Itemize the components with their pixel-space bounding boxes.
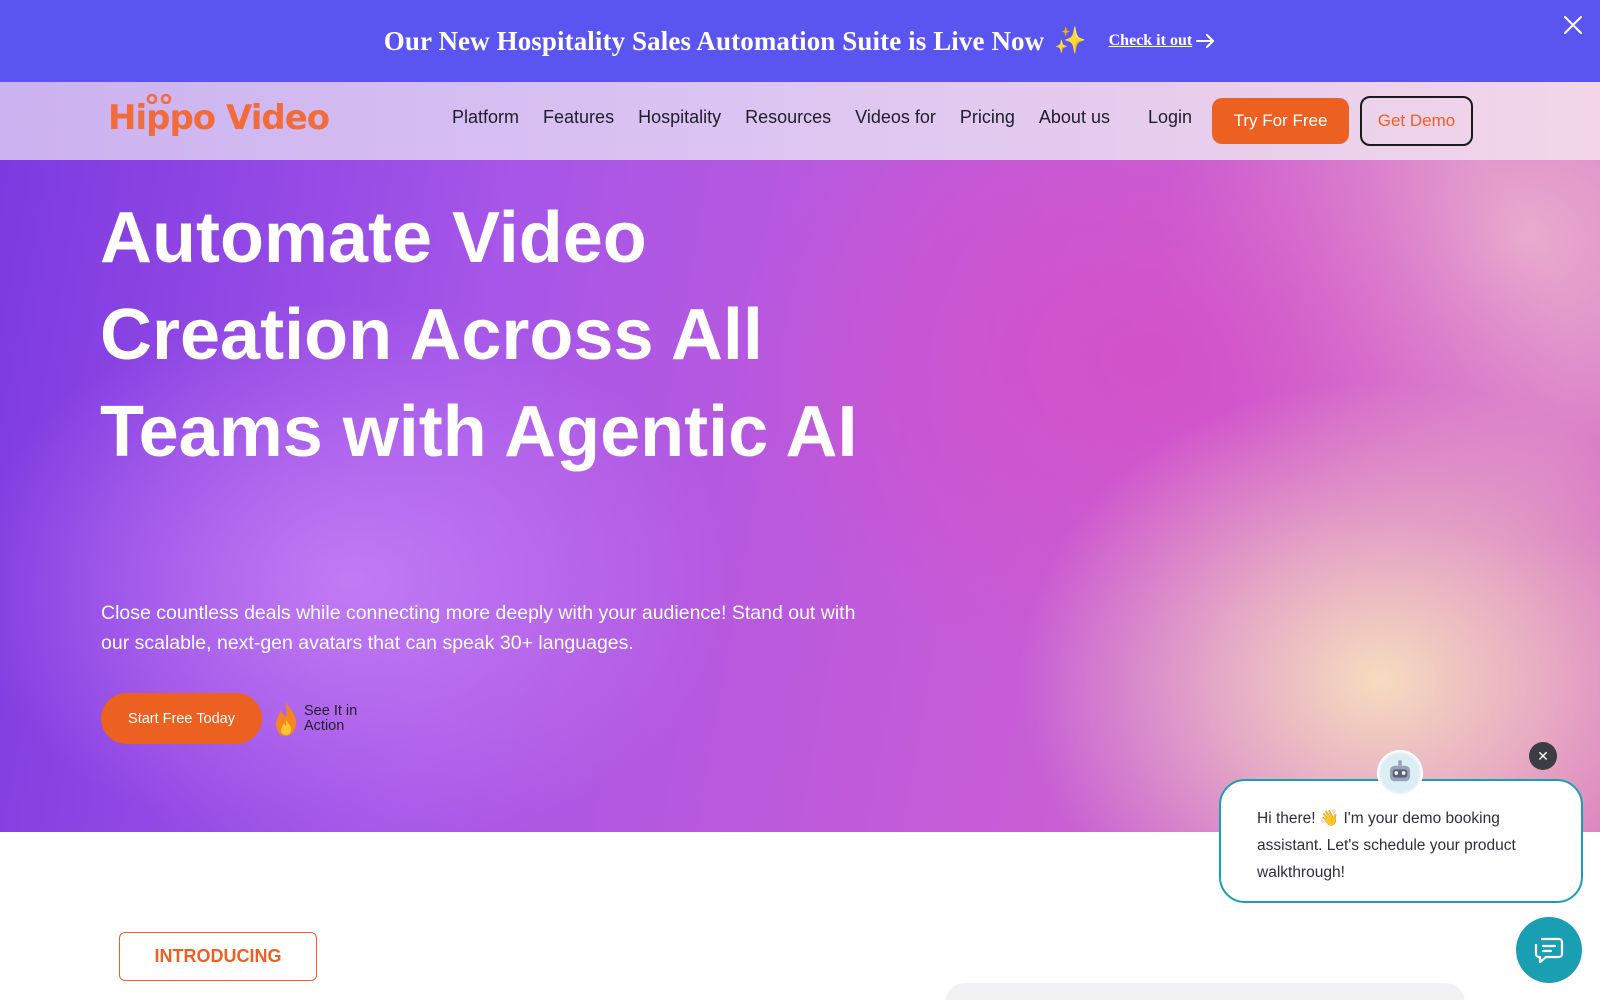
close-icon[interactable] [1562,14,1584,36]
hero-title: Automate Video Creation Across All Teams… [100,198,858,472]
nav-item-about-us[interactable]: About us [1039,107,1110,128]
get-demo-button[interactable]: Get Demo [1360,96,1473,146]
check-it-out-link[interactable]: Check it out [1109,32,1217,50]
announcement-bar: Our New Hospitality Sales Automation Sui… [0,0,1600,82]
lower-card [945,983,1465,1000]
chat-message-bubble[interactable]: Hi there! 👋 I'm your demo booking assist… [1219,779,1583,903]
nav-menu: Platform Features Hospitality Resources … [452,107,1134,128]
arrow-right-icon [1196,34,1215,48]
nav-item-pricing[interactable]: Pricing [960,107,1015,128]
announcement-text: Our New Hospitality Sales Automation Sui… [383,25,1045,56]
chat-close-button[interactable]: ✕ [1529,742,1557,770]
logo-text: Hippo Video [108,98,330,138]
login-link[interactable]: Login [1148,107,1192,128]
sparkle-icon: ✨ [1054,26,1087,56]
hero-subtitle: Close countless deals while connecting m… [101,602,856,654]
see-it-in-action-label: See It in Action [304,703,358,734]
nav-item-platform[interactable]: Platform [452,107,519,128]
introducing-badge: INTRODUCING [119,932,317,981]
try-for-free-button[interactable]: Try For Free [1212,98,1349,144]
logo[interactable]: Hippo Video [108,90,330,146]
hippo-ears-icon [146,93,172,104]
nav-item-videos-for[interactable]: Videos for [855,107,936,128]
nav-item-resources[interactable]: Resources [745,107,831,128]
fire-icon [276,702,296,736]
chat-launcher-button[interactable] [1516,917,1582,983]
see-it-in-action-link[interactable]: See It in Action [272,700,368,738]
check-it-out-label: Check it out [1108,32,1193,49]
chat-icon [1534,937,1564,964]
nav-item-hospitality[interactable]: Hospitality [638,107,721,128]
bot-avatar-icon [1377,750,1423,796]
start-free-today-button[interactable]: Start Free Today [101,693,262,744]
nav-item-features[interactable]: Features [543,107,614,128]
